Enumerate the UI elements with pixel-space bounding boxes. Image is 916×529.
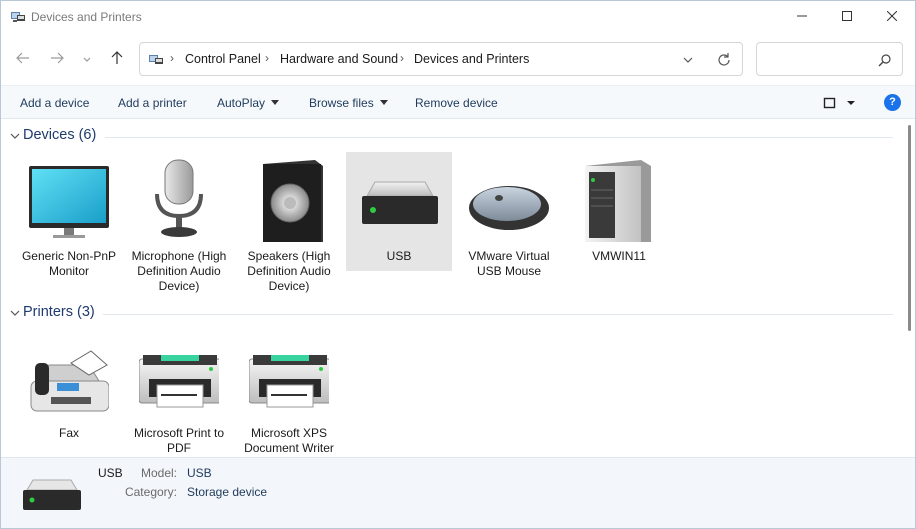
- devices-printers-icon: [10, 9, 26, 25]
- device-label: Fax: [58, 426, 79, 440]
- printer-microsoft-print-to-pdf[interactable]: Microsoft Print to PDF: [126, 329, 232, 457]
- caret-down-icon: [379, 100, 388, 105]
- device-label: Microphone (High Definition Audio Device…: [131, 249, 227, 293]
- details-model-key: Model:: [140, 466, 177, 480]
- minimize-button[interactable]: [779, 1, 825, 33]
- devices-group-header[interactable]: Devices (6): [1, 126, 893, 148]
- breadcrumb-hardware-and-sound[interactable]: Hardware and Sound: [280, 52, 398, 66]
- computer-icon: [579, 158, 659, 250]
- device-label: VMware Virtual USB Mouse: [468, 249, 550, 278]
- browse-files-button[interactable]: Browse files: [309, 96, 388, 110]
- device-label: Generic Non-PnP Monitor: [21, 249, 117, 278]
- back-button[interactable]: [11, 47, 35, 71]
- details-model-value: USB: [187, 466, 212, 480]
- chevron-down-icon: [9, 130, 21, 142]
- search-icon: [877, 52, 893, 68]
- control-panel-icon: [148, 52, 164, 68]
- address-history-button[interactable]: [680, 52, 696, 68]
- vertical-scrollbar[interactable]: [905, 119, 915, 457]
- chevron-down-icon: [9, 307, 21, 319]
- details-pane: USB Model: USB Category: Storage device: [1, 457, 915, 528]
- maximize-button[interactable]: [824, 1, 870, 33]
- drive-icon: [21, 476, 83, 512]
- maximize-icon: [842, 10, 852, 24]
- close-icon: [886, 10, 898, 24]
- search-input[interactable]: [756, 42, 903, 76]
- printer-microsoft-xps-writer[interactable]: Microsoft XPS Document Writer: [236, 329, 342, 457]
- breadcrumb-separator-icon: ›: [265, 51, 269, 65]
- printers-group-header[interactable]: Printers (3): [1, 303, 893, 325]
- forward-button[interactable]: [45, 47, 69, 71]
- printer-icon: [248, 335, 332, 419]
- add-printer-button[interactable]: Add a printer: [118, 96, 187, 110]
- recent-locations-button[interactable]: [77, 47, 97, 71]
- group-divider: [103, 314, 893, 315]
- up-button[interactable]: [105, 47, 129, 71]
- autoplay-label: AutoPlay: [217, 96, 266, 110]
- device-usb[interactable]: USB: [346, 152, 452, 271]
- device-label: Microsoft XPS Document Writer: [244, 426, 334, 455]
- change-view-button[interactable]: [823, 95, 863, 111]
- command-bar: Add a device Add a printer AutoPlay Brow…: [1, 85, 915, 119]
- device-speakers[interactable]: Speakers (High Definition Audio Device): [236, 152, 342, 302]
- arrow-up-icon: [110, 50, 124, 68]
- device-vmware-mouse[interactable]: VMware Virtual USB Mouse: [456, 152, 562, 302]
- monitor-icon: [29, 158, 109, 242]
- details-category-value: Storage device: [187, 485, 268, 499]
- breadcrumb-control-panel[interactable]: Control Panel: [185, 52, 261, 66]
- browse-files-label: Browse files: [309, 96, 374, 110]
- title-bar[interactable]: Devices and Printers: [1, 1, 915, 33]
- remove-device-button[interactable]: Remove device: [415, 96, 498, 110]
- address-bar[interactable]: › Control Panel › Hardware and Sound › D…: [139, 42, 743, 76]
- caret-down-icon: [271, 100, 280, 105]
- printer-fax[interactable]: Fax: [16, 329, 122, 457]
- devices-group-title: Devices (6): [23, 127, 97, 143]
- details-category-key: Category:: [124, 485, 177, 499]
- refresh-icon[interactable]: [715, 51, 733, 69]
- device-label: Microsoft Print to PDF: [133, 426, 225, 455]
- group-divider: [105, 137, 893, 138]
- fax-icon: [29, 335, 110, 419]
- chevron-down-icon: [83, 52, 91, 66]
- breadcrumb-devices-and-printers[interactable]: Devices and Printers: [414, 52, 529, 66]
- breadcrumb-separator-icon: ›: [400, 51, 404, 65]
- help-button[interactable]: ?: [884, 94, 901, 111]
- window-title: Devices and Printers: [31, 10, 142, 24]
- device-label: USB: [386, 249, 412, 263]
- device-microphone[interactable]: Microphone (High Definition Audio Device…: [126, 152, 232, 302]
- printers-group-title: Printers (3): [23, 304, 95, 320]
- microphone-icon: [139, 158, 219, 242]
- device-list: Devices (6) Generic Non-PnP Monitor Micr…: [1, 119, 905, 457]
- device-label: VMWIN11: [592, 249, 646, 263]
- drive-icon: [359, 158, 439, 242]
- breadcrumb-separator-icon: ›: [170, 51, 174, 65]
- minimize-icon: [797, 10, 807, 24]
- printer-icon: [138, 335, 222, 419]
- arrow-left-icon: [16, 51, 30, 68]
- devices-and-printers-window: Devices and Printers › Control Panel › H…: [0, 0, 916, 529]
- close-button[interactable]: [869, 1, 915, 33]
- autoplay-button[interactable]: AutoPlay: [217, 96, 280, 110]
- arrow-right-icon: [50, 51, 64, 68]
- mouse-icon: [469, 158, 549, 242]
- device-label: Speakers (High Definition Audio Device): [247, 249, 331, 293]
- scrollbar-thumb[interactable]: [908, 125, 911, 331]
- add-device-button[interactable]: Add a device: [20, 96, 89, 110]
- device-vmwin11[interactable]: VMWIN11: [566, 152, 672, 302]
- speaker-icon: [249, 158, 329, 248]
- device-generic-monitor[interactable]: Generic Non-PnP Monitor: [16, 152, 122, 302]
